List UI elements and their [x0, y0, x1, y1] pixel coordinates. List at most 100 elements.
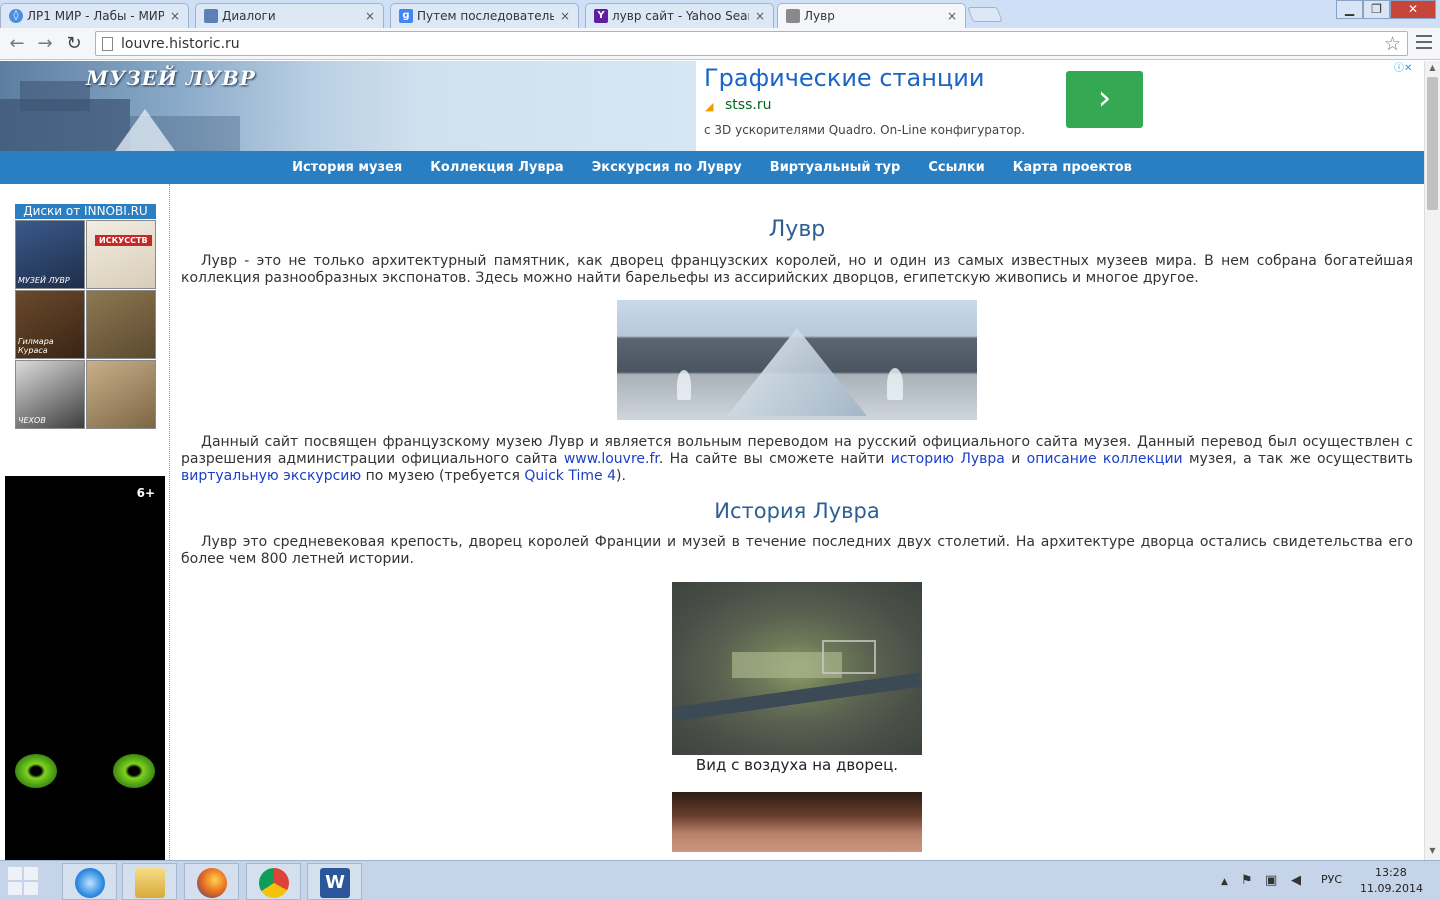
disc-art-encyclopedia[interactable]: ИСКУССТВ [86, 220, 156, 289]
text: и [1004, 451, 1027, 467]
link-quicktime[interactable]: Quick Time 4 [524, 468, 616, 484]
disc-louvre[interactable]: МУЗЕЙ ЛУВР [15, 220, 85, 289]
internet-explorer-icon [75, 868, 105, 898]
nav-virtual-tour[interactable]: Виртуальный тур [756, 160, 915, 175]
close-icon[interactable]: × [560, 9, 570, 23]
tab-yahoo[interactable]: Y лувр сайт - Yahoo Search × [585, 3, 774, 28]
ad-domain[interactable]: stss.ru [725, 97, 771, 113]
tab-lr1[interactable]: ◊ ЛР1 МИР - Лабы - МИР - × [0, 3, 189, 28]
text: ). [615, 468, 626, 484]
link-collection[interactable]: описание коллекции [1027, 451, 1183, 467]
about-paragraph: Данный сайт посвящен французскому музею … [181, 434, 1413, 485]
close-icon[interactable]: × [365, 9, 375, 23]
close-icon[interactable]: × [947, 9, 957, 23]
taskbar-ie[interactable] [62, 863, 117, 900]
disc-label: Гилмара Кураса [18, 337, 54, 355]
eye-graphic [15, 754, 57, 788]
tray-expand-icon[interactable]: ▲ [1221, 877, 1228, 887]
tab-dialogs[interactable]: Диалоги × [195, 3, 384, 28]
page-icon [102, 37, 113, 51]
site-logo[interactable]: МУЗЕЙ ЛУВР [86, 66, 256, 90]
tab-google[interactable]: g Путем последовательног × [390, 3, 579, 28]
adchoices-icon[interactable]: ⓘ✕ [1394, 62, 1420, 75]
discs-title[interactable]: Диски от INNOBI.RU [15, 204, 156, 219]
new-tab-button[interactable] [967, 7, 1003, 22]
disc-label: МУЗЕЙ ЛУВР [18, 276, 70, 285]
nav-project-map[interactable]: Карта проектов [999, 160, 1146, 175]
discs-widget: Диски от INNOBI.RU МУЗЕЙ ЛУВР ИСКУССТВ Г… [15, 204, 156, 429]
disc-label: ЧЕХОВ [18, 416, 46, 425]
taskbar-word[interactable]: W [307, 863, 362, 900]
ad-title[interactable]: Графические станции [704, 64, 984, 92]
yahoo-icon: Y [594, 9, 608, 23]
link-virtual-tour[interactable]: виртуальную экскурсию [181, 468, 361, 484]
scroll-down-arrow[interactable]: ▼ [1425, 844, 1440, 858]
page-scrollbar[interactable]: ▲ ▼ [1424, 61, 1440, 860]
louvre-pyramid-photo [617, 300, 977, 420]
page-title: Лувр [768, 217, 826, 242]
maximize-button[interactable]: ❐ [1363, 0, 1390, 19]
page-icon: ◊ [9, 9, 23, 23]
action-center-icon[interactable]: ⚑ [1241, 873, 1253, 888]
vk-icon [204, 9, 218, 23]
close-icon[interactable]: × [755, 9, 765, 23]
main-nav: История музея Коллекция Лувра Экскурсия … [0, 151, 1424, 184]
louvre-favicon-icon [786, 9, 800, 23]
nav-excursion[interactable]: Экскурсия по Лувру [578, 160, 756, 175]
windows-taskbar: W ▲ ⚑ ▣ ◀ РУС 13:28 11.09.2014 [0, 860, 1440, 900]
clock-date[interactable]: 11.09.2014 [1360, 882, 1423, 895]
tab-label: лувр сайт - Yahoo Search [612, 9, 749, 23]
menu-button[interactable] [1416, 35, 1432, 53]
link-history[interactable]: историю Лувра [891, 451, 1005, 467]
history-title: История Лувра [714, 499, 880, 523]
tab-label: Диалоги [222, 9, 276, 23]
word-icon: W [320, 868, 350, 898]
close-window-button[interactable]: ✕ [1390, 0, 1436, 19]
ad-description: с 3D ускорителями Quadro. On-Line конфиг… [704, 123, 1026, 137]
url-text: louvre.historic.ru [121, 36, 240, 52]
close-icon[interactable]: × [170, 9, 180, 23]
volume-icon[interactable]: ◀ [1291, 873, 1301, 888]
text: . На сайте вы сможете найти [658, 451, 891, 467]
taskbar-chrome[interactable] [246, 863, 301, 900]
scroll-up-arrow[interactable]: ▲ [1425, 61, 1440, 75]
disc-art-6[interactable] [86, 360, 156, 429]
disc-chekhov[interactable]: ЧЕХОВ [15, 360, 85, 429]
star-icon[interactable]: ☆ [1384, 33, 1401, 55]
minimize-button[interactable]: ▁ [1336, 0, 1363, 19]
disc-kuras[interactable]: Гилмара Кураса [15, 290, 85, 359]
taskbar-firefox[interactable] [184, 863, 239, 900]
tab-louvre[interactable]: Лувр × [777, 3, 966, 28]
taskbar-explorer[interactable] [122, 863, 177, 900]
firefox-icon [197, 868, 227, 898]
text: по музею (требуется [361, 468, 525, 484]
painting-photo [672, 792, 922, 852]
aerial-caption: Вид с воздуха на дворец. [695, 756, 899, 774]
address-bar[interactable]: louvre.historic.ru ☆ [95, 31, 1408, 56]
scrollbar-thumb[interactable] [1427, 77, 1438, 210]
link-louvre-fr[interactable]: www.louvre.fr [564, 451, 659, 467]
disc-art-4[interactable] [86, 290, 156, 359]
main-content: Лувр Лувр - это не только архитектурный … [181, 184, 1413, 852]
nav-collection[interactable]: Коллекция Лувра [416, 160, 577, 175]
age-rating-badge: 6+ [136, 486, 155, 500]
page-viewport: МУЗЕЙ ЛУВР Графические станции ◢ stss.ru… [0, 61, 1424, 860]
ad-banner[interactable]: Графические станции ◢ stss.ru с 3D ускор… [696, 61, 1424, 151]
history-paragraph: Лувр это средневековая крепость, дворец … [181, 534, 1413, 567]
language-indicator[interactable]: РУС [1321, 873, 1342, 886]
google-icon: g [399, 9, 413, 23]
network-icon[interactable]: ▣ [1265, 873, 1277, 888]
ad-arrow-button[interactable]: › [1066, 71, 1143, 128]
side-ad[interactable]: 6+ [5, 476, 165, 860]
nav-links[interactable]: Ссылки [914, 160, 998, 175]
feed-icon: ◢ [705, 100, 714, 113]
forward-button[interactable]: → [34, 33, 56, 55]
clock-time[interactable]: 13:28 [1375, 866, 1407, 879]
nav-history[interactable]: История музея [278, 160, 416, 175]
aerial-photo [672, 582, 922, 755]
back-button[interactable]: ← [6, 33, 28, 55]
start-button[interactable] [8, 867, 40, 897]
text: музея, а так же осуществить [1182, 451, 1413, 467]
tab-label: ЛР1 МИР - Лабы - МИР - [27, 9, 164, 23]
reload-button[interactable]: ↻ [63, 33, 85, 55]
